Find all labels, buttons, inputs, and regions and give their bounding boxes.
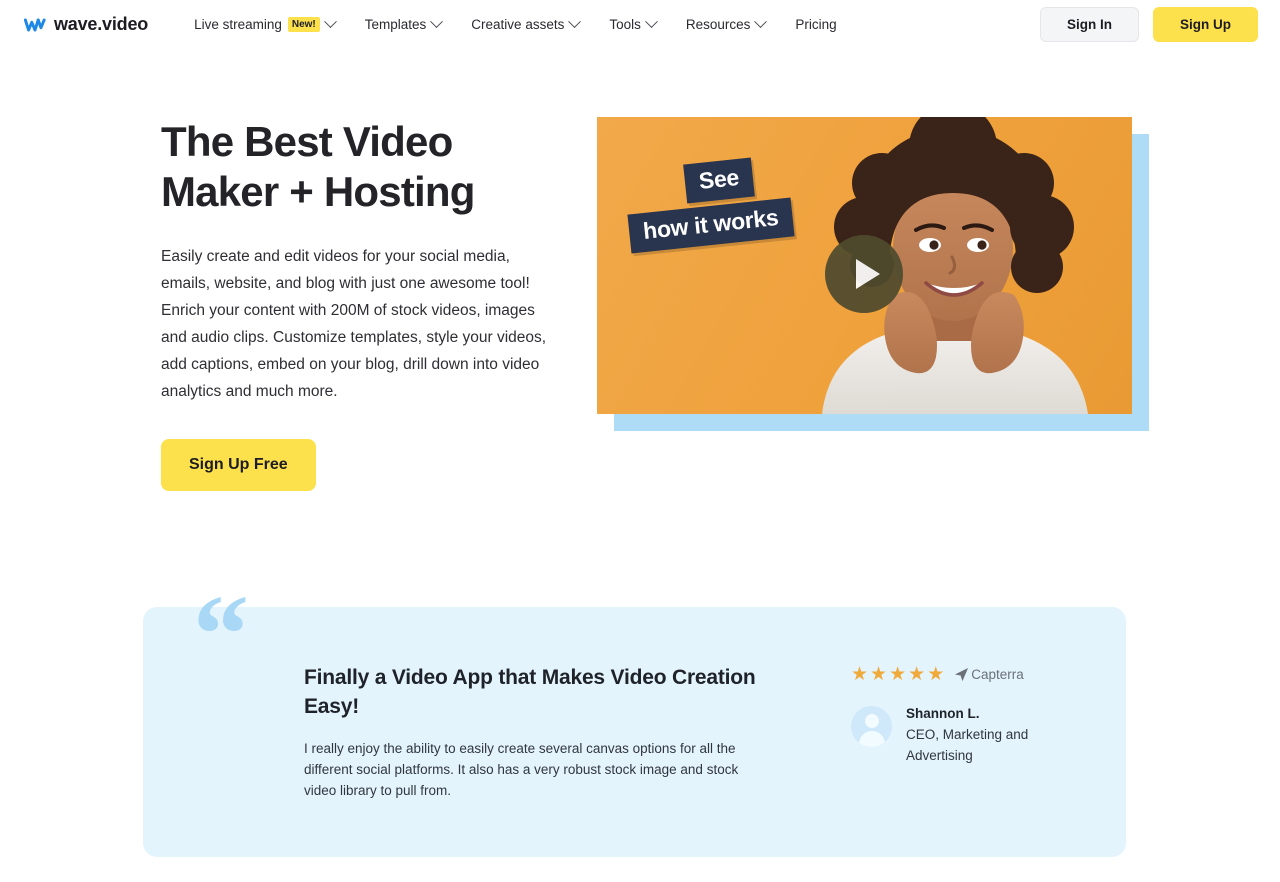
hero-video-block: See how it works bbox=[597, 117, 1157, 447]
capterra-arrow-icon bbox=[954, 667, 969, 682]
star-icon: ★ bbox=[927, 664, 945, 685]
nav-label: Templates bbox=[364, 17, 427, 32]
nav-label: Live streaming bbox=[194, 17, 282, 32]
page-title: The Best Video Maker + Hosting bbox=[161, 117, 561, 217]
hero-title-line-1: The Best Video bbox=[161, 118, 453, 165]
quote-mark-icon: “ bbox=[193, 573, 249, 697]
avatar-body-icon bbox=[858, 731, 885, 747]
hero-section: The Best Video Maker + Hosting Easily cr… bbox=[0, 49, 1280, 491]
star-icon: ★ bbox=[908, 664, 926, 685]
author-role: CEO, Marketing and Advertising bbox=[906, 727, 1029, 763]
nav-label: Pricing bbox=[795, 17, 837, 32]
nav-item-tools[interactable]: Tools bbox=[609, 15, 658, 32]
badge-how-it-works: how it works bbox=[627, 197, 795, 254]
testimonial-heading: Finally a Video App that Makes Video Cre… bbox=[304, 666, 756, 718]
star-icon: ★ bbox=[889, 664, 907, 685]
testimonial-meta: ★ ★ ★ ★ ★ Capterra Shannon L. CEO, Marke… bbox=[851, 663, 1066, 801]
top-navbar: wave.video Live streaming New! Templates… bbox=[0, 0, 1280, 49]
avatar bbox=[851, 706, 892, 747]
nav-links: Live streaming New! Templates Creative a… bbox=[194, 15, 1040, 32]
star-rating: ★ ★ ★ ★ ★ bbox=[851, 665, 944, 684]
brand-logo[interactable]: wave.video bbox=[24, 14, 148, 36]
capterra-source: Capterra bbox=[954, 667, 1024, 682]
nav-actions: Sign In Sign Up bbox=[1040, 7, 1258, 42]
nav-label: Resources bbox=[685, 17, 751, 32]
nav-item-pricing[interactable]: Pricing bbox=[795, 17, 836, 32]
rating-row: ★ ★ ★ ★ ★ Capterra bbox=[851, 665, 1066, 684]
nav-item-live-streaming[interactable]: Live streaming New! bbox=[194, 15, 337, 32]
author-details: Shannon L. CEO, Marketing and Advertisin… bbox=[906, 706, 1066, 766]
nav-label: Creative assets bbox=[471, 17, 565, 32]
author-row: Shannon L. CEO, Marketing and Advertisin… bbox=[851, 706, 1066, 766]
sign-up-free-button[interactable]: Sign Up Free bbox=[161, 439, 316, 491]
nav-item-creative-assets[interactable]: Creative assets bbox=[471, 15, 582, 32]
star-icon: ★ bbox=[870, 664, 888, 685]
nav-item-templates[interactable]: Templates bbox=[364, 15, 444, 32]
testimonial-body: I really enjoy the ability to easily cre… bbox=[304, 741, 739, 798]
chevron-down-icon bbox=[644, 15, 658, 29]
star-icon: ★ bbox=[851, 664, 869, 685]
play-icon bbox=[855, 259, 880, 289]
nav-item-resources[interactable]: Resources bbox=[685, 15, 768, 32]
testimonial-text: Finally a Video App that Makes Video Cre… bbox=[304, 663, 851, 801]
author-name: Shannon L. bbox=[906, 706, 980, 721]
play-button[interactable] bbox=[825, 235, 903, 313]
see-how-it-works-badges: See how it works bbox=[627, 157, 859, 254]
sign-up-button[interactable]: Sign Up bbox=[1153, 7, 1258, 42]
capterra-label: Capterra bbox=[971, 667, 1024, 682]
testimonial-card: Finally a Video App that Makes Video Cre… bbox=[143, 607, 1126, 857]
avatar-head-icon bbox=[864, 714, 879, 728]
video-thumbnail[interactable]: See how it works bbox=[597, 117, 1132, 414]
testimonial-section: “ Finally a Video App that Makes Video C… bbox=[143, 579, 1126, 857]
hero-description: Easily create and edit videos for your s… bbox=[161, 243, 561, 405]
nav-label: Tools bbox=[609, 17, 641, 32]
hero-paragraph-1: Easily create and edit videos for your s… bbox=[161, 248, 530, 292]
new-badge: New! bbox=[287, 17, 320, 32]
sign-in-button[interactable]: Sign In bbox=[1040, 7, 1139, 42]
brand-name: wave.video bbox=[54, 14, 149, 34]
hero-paragraph-2: Enrich your content with 200M of stock v… bbox=[161, 302, 547, 400]
wave-logo-icon bbox=[24, 14, 46, 36]
chevron-down-icon bbox=[568, 15, 582, 29]
hero-copy: The Best Video Maker + Hosting Easily cr… bbox=[161, 117, 581, 491]
chevron-down-icon bbox=[323, 15, 337, 29]
chevron-down-icon bbox=[754, 15, 768, 29]
hero-title-line-2: Maker + Hosting bbox=[161, 168, 475, 215]
badge-see: See bbox=[683, 157, 755, 204]
chevron-down-icon bbox=[430, 15, 444, 29]
